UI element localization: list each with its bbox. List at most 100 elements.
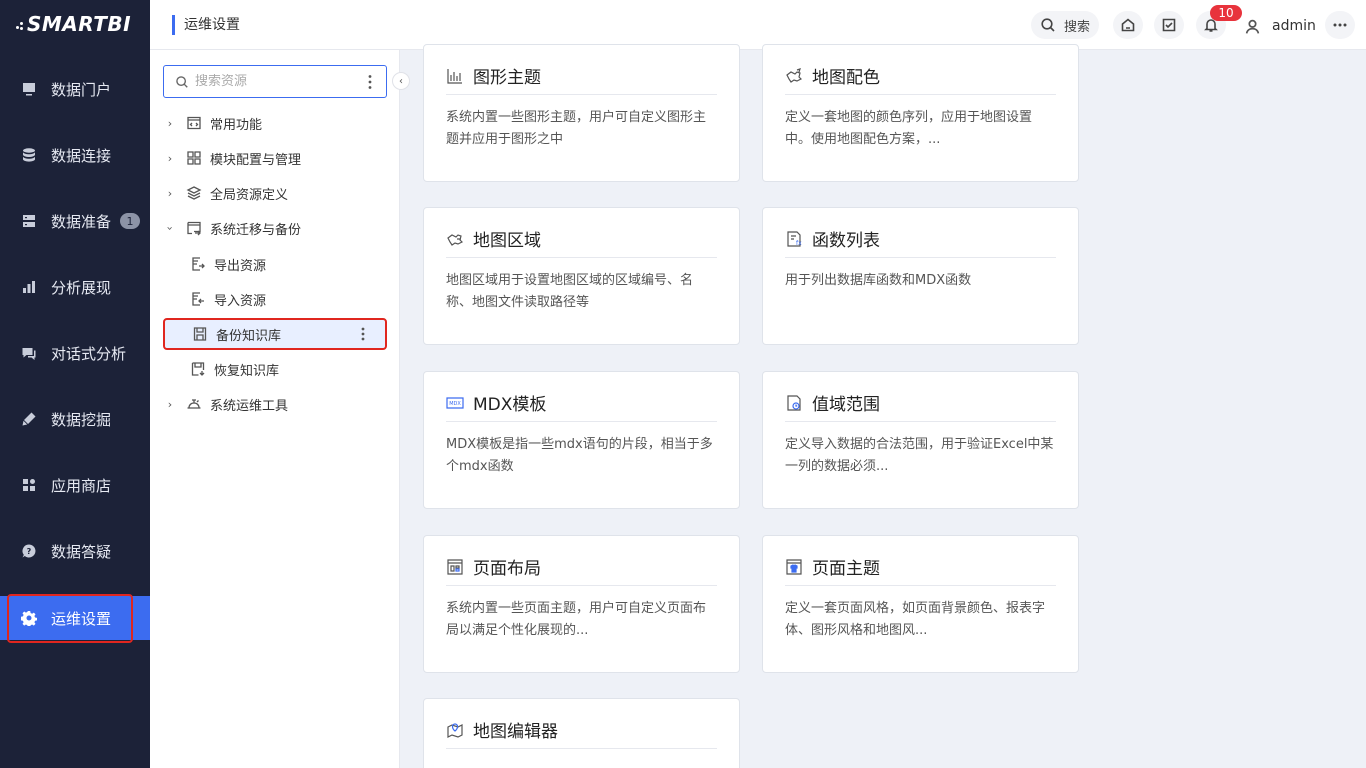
tree-item-ops-tools[interactable]: › 系统运维工具 <box>163 389 387 419</box>
tree-item-export-resources[interactable]: 导出资源 <box>163 249 387 279</box>
export-icon <box>190 256 206 272</box>
bar-chart-icon <box>21 279 37 295</box>
layers-icon <box>186 185 202 201</box>
nav-badge: 1 <box>120 213 141 229</box>
tree-item-global-resources[interactable]: › 全局资源定义 <box>163 178 387 208</box>
tree-item-backup-kb[interactable]: 备份知识库 <box>163 318 387 350</box>
card-mdx-template[interactable]: MDX MDX模板 MDX模板是指一些mdx语句的片段，相当于多个mdx函数 <box>423 371 740 509</box>
card-map-editor[interactable]: 地图编辑器 <box>423 698 740 768</box>
nav-item-app-store[interactable]: 应用商店 <box>0 463 150 507</box>
card-description: 定义一套地图的颜色序列，应用于地图设置中。使用地图配色方案，... <box>785 110 1033 147</box>
nav-item-data-mining[interactable]: 数据挖掘 <box>0 397 150 441</box>
logo-mark-icon <box>16 17 26 31</box>
tasks-button[interactable] <box>1154 11 1184 39</box>
import-icon <box>190 291 206 307</box>
home-button[interactable] <box>1113 11 1143 39</box>
gear-icon <box>21 610 37 626</box>
card-description: 地图区域用于设置地图区域的区域编号、名称、地图文件读取路径等 <box>446 273 694 310</box>
database-icon <box>21 147 37 163</box>
svg-text:?: ? <box>27 547 32 556</box>
map-region-icon <box>446 230 464 248</box>
card-description: 系统内置一些图形主题，用户可自定义图形主题并应用于图形之中 <box>446 110 707 147</box>
card-description: MDX模板是指一些mdx语句的片段，相当于多个mdx函数 <box>446 437 713 474</box>
top-header: 运维设置 搜索 10 admin <box>150 0 1366 50</box>
tree-item-common-functions[interactable]: › 常用功能 <box>163 108 387 138</box>
chat-icon <box>21 345 37 361</box>
migrate-icon <box>186 220 202 236</box>
backup-icon <box>192 326 208 342</box>
server-icon <box>21 213 37 229</box>
grid-icon <box>186 150 202 166</box>
search-icon <box>1041 18 1055 32</box>
value-range-icon <box>785 394 803 412</box>
svg-text:fx: fx <box>796 240 802 247</box>
card-header: 地图编辑器 <box>446 711 717 749</box>
smartbi-logo[interactable]: SMARTBI <box>16 11 131 37</box>
tree-item-import-resources[interactable]: 导入资源 <box>163 284 387 314</box>
card-header: fx 函数列表 <box>785 220 1056 258</box>
map-color-icon <box>785 67 803 85</box>
notification-badge: 10 <box>1210 5 1242 21</box>
nav-item-ops-settings[interactable]: 运维设置 <box>0 596 150 640</box>
card-map-color[interactable]: 地图配色 定义一套地图的颜色序列，应用于地图设置中。使用地图配色方案，... <box>762 44 1079 182</box>
card-header: MDX MDX模板 <box>446 384 717 422</box>
function-list-icon: fx <box>785 230 803 248</box>
kebab-menu-icon[interactable] <box>368 74 372 90</box>
nav-item-analysis[interactable]: 分析展现 <box>0 265 150 309</box>
card-page-layout[interactable]: 页面布局 系统内置一些页面主题，用户可自定义页面布局以满足个性化展现的... <box>423 535 740 673</box>
user-icon <box>1245 19 1260 34</box>
tree-item-migration-backup[interactable]: › 系统迁移与备份 <box>163 213 387 243</box>
card-header: 地图配色 <box>785 57 1056 95</box>
apps-icon <box>21 477 37 493</box>
nav-item-qa[interactable]: ? 数据答疑 <box>0 529 150 573</box>
chevron-right-icon: › <box>167 116 173 130</box>
page-theme-icon <box>785 558 803 576</box>
chevron-down-icon: › <box>163 225 177 231</box>
card-map-region[interactable]: 地图区域 地图区域用于设置地图区域的区域编号、名称、地图文件读取路径等 <box>423 207 740 345</box>
search-button[interactable]: 搜索 <box>1031 11 1099 39</box>
nav-item-conversational[interactable]: 对话式分析 <box>0 331 150 375</box>
nav-item-data-connection[interactable]: 数据连接 <box>0 133 150 177</box>
search-icon <box>176 75 188 88</box>
chart-theme-icon <box>446 67 464 85</box>
card-header: 页面主题 <box>785 548 1056 586</box>
more-dots-icon <box>1333 23 1347 27</box>
home-icon <box>1121 18 1135 32</box>
chevron-left-icon: ‹ <box>399 75 403 87</box>
nav-item-data-prep[interactable]: 数据准备 1 <box>0 199 150 243</box>
card-header: 地图区域 <box>446 220 717 258</box>
card-page-theme[interactable]: 页面主题 定义一套页面风格，如页面背景颜色、报表字体、图形风格和地图风... <box>762 535 1079 673</box>
card-header: 值域范围 <box>785 384 1056 422</box>
tree-item-restore-kb[interactable]: 恢复知识库 <box>163 354 387 384</box>
svg-text:MDX: MDX <box>449 401 461 407</box>
tree-search <box>163 65 387 98</box>
user-menu[interactable]: admin <box>1244 16 1316 36</box>
card-function-list[interactable]: fx 函数列表 用于列出数据库函数和MDX函数 <box>762 207 1079 345</box>
nav-item-data-portal[interactable]: 数据门户 <box>0 67 150 111</box>
chevron-right-icon: › <box>167 186 173 200</box>
pickaxe-icon <box>21 411 37 427</box>
chevron-right-icon: › <box>167 397 173 411</box>
kebab-menu-icon[interactable] <box>361 327 365 341</box>
tools-icon <box>186 396 202 412</box>
tree-item-module-config[interactable]: › 模块配置与管理 <box>163 143 387 173</box>
page-layout-icon <box>446 558 464 576</box>
chevron-right-icon: › <box>167 151 173 165</box>
resource-tree-panel: ‹ › 常用功能 › 模块配置与管理 › 全局资源定义 › 系统迁移与备份 导出… <box>150 50 410 768</box>
portal-icon <box>21 81 37 97</box>
more-button[interactable] <box>1325 11 1355 39</box>
card-description: 用于列出数据库函数和MDX函数 <box>785 273 972 288</box>
question-icon: ? <box>21 543 37 559</box>
resource-search-input[interactable] <box>195 74 355 89</box>
card-header: 图形主题 <box>446 57 717 95</box>
restore-icon <box>190 361 206 377</box>
card-description: 定义一套页面风格，如页面背景颜色、报表字体、图形风格和地图风... <box>785 601 1046 638</box>
card-description: 系统内置一些页面主题，用户可自定义页面布局以满足个性化展现的... <box>446 601 707 638</box>
card-header: 页面布局 <box>446 548 717 586</box>
card-chart-theme[interactable]: 图形主题 系统内置一些图形主题，用户可自定义图形主题并应用于图形之中 <box>423 44 740 182</box>
card-value-range[interactable]: 值域范围 定义导入数据的合法范围，用于验证Excel中某一列的数据必须... <box>762 371 1079 509</box>
code-window-icon <box>186 115 202 131</box>
collapse-panel-button[interactable]: ‹ <box>392 72 410 90</box>
main-sidebar: SMARTBI 数据门户 数据连接 数据准备 1 分析展现 对话式分析 数据挖掘… <box>0 0 150 768</box>
card-description: 定义导入数据的合法范围，用于验证Excel中某一列的数据必须... <box>785 437 1054 474</box>
